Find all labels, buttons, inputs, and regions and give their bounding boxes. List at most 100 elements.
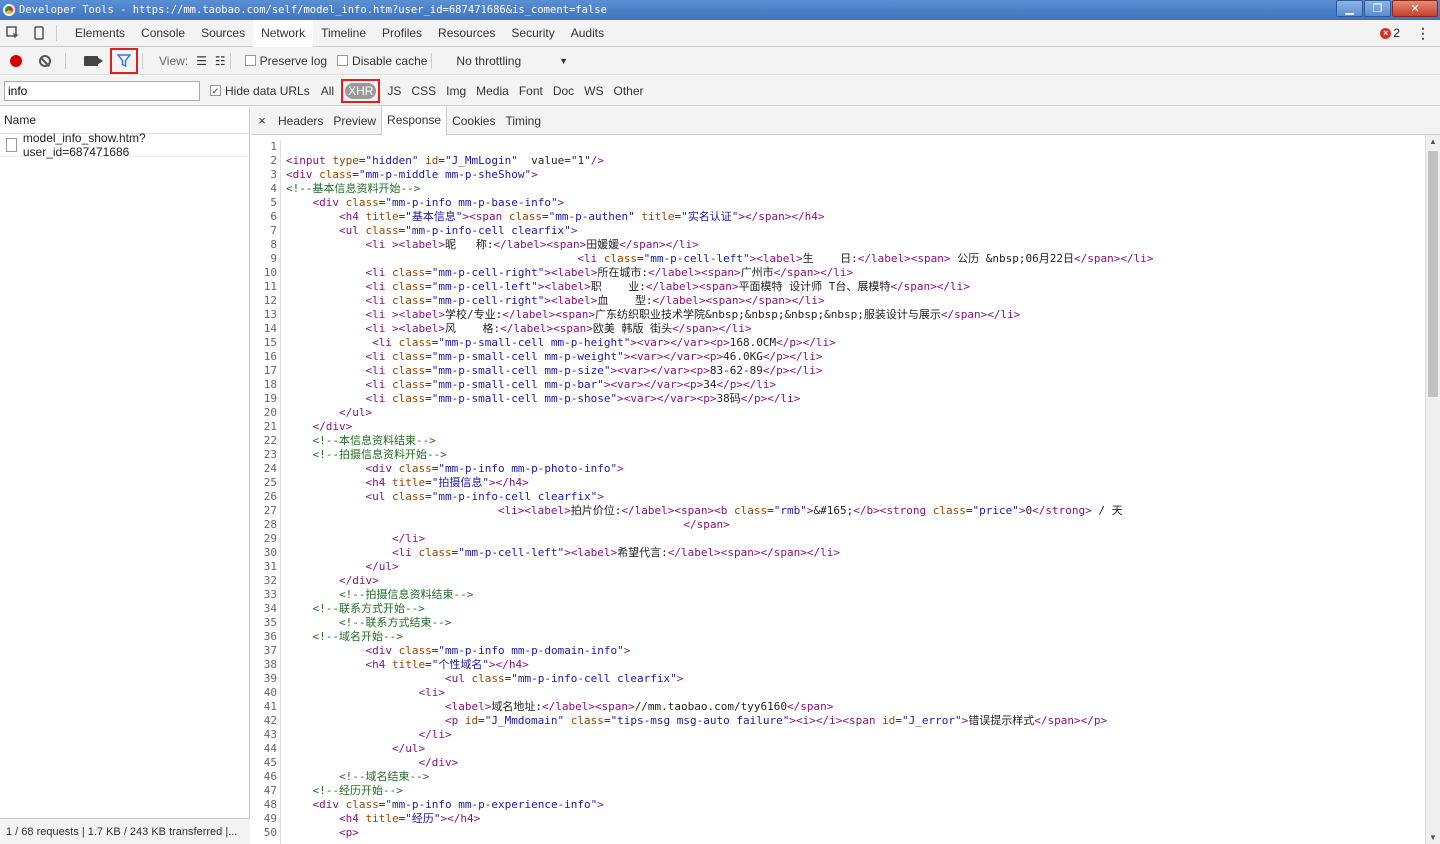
disable-cache-label: Disable cache: [352, 53, 428, 68]
clear-icon[interactable]: [39, 54, 51, 67]
line-number-gutter: 1 2 3 4 5 6 7 8 9 10 11 12 13 14 15 16 17 18 19 20 21 22 23 24 2…: [251, 140, 281, 844]
more-options-icon[interactable]: ⋮: [1416, 25, 1430, 42]
tab-timing[interactable]: Timing: [500, 107, 546, 135]
line-number: 14: [263, 322, 277, 335]
source-lines: <input type="hidden" id="J_MmLogin" valu…: [286, 140, 1425, 840]
tab-profiles[interactable]: Profiles: [374, 20, 430, 47]
type-doc[interactable]: Doc: [548, 84, 579, 98]
window-title: Developer Tools - https://mm.taobao.com/…: [19, 4, 607, 16]
type-other[interactable]: Other: [609, 84, 649, 98]
checkbox-box: [244, 55, 256, 66]
line-number: 36: [263, 630, 277, 643]
source-line: <p>: [338, 826, 359, 839]
name-column-header[interactable]: Name: [0, 107, 249, 134]
source-line: </li>: [391, 532, 426, 545]
line-number: 30: [263, 546, 277, 559]
capture-screenshots-icon[interactable]: [84, 55, 103, 66]
large-rows-icon[interactable]: ☰: [196, 54, 207, 68]
line-number: 45: [263, 756, 277, 769]
tab-preview[interactable]: Preview: [328, 107, 381, 135]
minimize-button[interactable]: ▁: [1336, 0, 1363, 17]
error-counter[interactable]: × 2: [1380, 26, 1400, 40]
tab-console[interactable]: Console: [133, 20, 193, 47]
line-number: 8: [270, 238, 277, 251]
type-media[interactable]: Media: [471, 84, 514, 98]
close-window-button[interactable]: ✕: [1392, 0, 1438, 17]
line-number: 24: [263, 462, 277, 475]
tab-sources[interactable]: Sources: [193, 20, 253, 47]
document-icon: [6, 138, 17, 152]
type-xhr[interactable]: XHR: [345, 82, 377, 99]
disable-cache-checkbox[interactable]: Disable cache: [337, 54, 427, 68]
type-all[interactable]: All: [316, 84, 339, 98]
request-name: model_info_show.htm?user_id=687471686: [22, 131, 146, 159]
source-line: <li ><label>学校/专业:</label><span>广东纺织职业技术…: [365, 308, 1021, 321]
scrollbar-thumb[interactable]: [1428, 151, 1438, 397]
type-ws[interactable]: WS: [579, 84, 608, 98]
hide-data-urls-checkbox[interactable]: ✓ Hide data URLs: [210, 84, 310, 98]
type-img[interactable]: Img: [441, 84, 471, 98]
line-number: 2: [270, 154, 277, 167]
inspect-element-icon[interactable]: [0, 20, 26, 46]
source-line: <label>域名地址:</label><span>//mm.taobao.co…: [444, 700, 834, 713]
line-number: 19: [263, 392, 277, 405]
source-line: <div class="mm-p-info mm-p-base-info">: [312, 196, 565, 209]
source-line: <h4 title="经历"></h4>: [338, 812, 481, 825]
line-number: 3: [270, 168, 277, 181]
line-number: 17: [263, 364, 277, 377]
source-line: <!--本信息资料结束-->: [286, 434, 436, 447]
source-line: <li class="mm-p-cell-right"><label>血 型:<…: [365, 294, 825, 307]
source-line: </div>: [338, 574, 379, 587]
preserve-log-checkbox[interactable]: Preserve log: [244, 54, 327, 68]
scroll-up-icon[interactable]: ▲: [1429, 137, 1437, 146]
throttling-select[interactable]: No throttling ▼: [456, 54, 568, 68]
tab-cookies[interactable]: Cookies: [447, 107, 500, 135]
source-line: <div class="mm-p-info mm-p-domain-info">: [365, 644, 631, 657]
type-css[interactable]: CSS: [406, 84, 441, 98]
vertical-scrollbar[interactable]: ▲ ▼: [1425, 135, 1440, 844]
source-line: <li class="mm-p-cell-left"><label>生 日:</…: [577, 252, 1154, 265]
source-line: <input type="hidden" id="J_MmLogin" valu…: [286, 154, 604, 167]
record-icon[interactable]: [10, 54, 22, 67]
tab-headers[interactable]: Headers: [273, 107, 328, 135]
source-line: <li ><label>昵 称:</label><span>田媛媛</span>…: [365, 238, 699, 251]
error-icon: ×: [1380, 27, 1392, 39]
line-number: 27: [263, 504, 277, 517]
source-line: <ul class="mm-p-info-cell clearfix">: [338, 224, 578, 237]
list-item[interactable]: model_info_show.htm?user_id=687471686: [0, 131, 249, 159]
panel-tabs: Elements Console Sources Network Timelin…: [67, 19, 612, 47]
dropdown-arrow-icon: ▼: [559, 55, 569, 66]
maximize-button[interactable]: ❐: [1364, 0, 1391, 17]
source-line: <!--域名开始-->: [286, 630, 403, 643]
tab-timeline[interactable]: Timeline: [313, 20, 374, 47]
type-js[interactable]: JS: [382, 84, 406, 98]
tab-audits[interactable]: Audits: [563, 20, 612, 47]
line-number: 37: [263, 644, 277, 657]
request-list-panel: Name model_info_show.htm?user_id=6874716…: [0, 107, 250, 844]
type-font[interactable]: Font: [514, 84, 548, 98]
line-number: 6: [270, 210, 277, 223]
filter-input[interactable]: [4, 80, 200, 101]
filter-icon[interactable]: [110, 47, 138, 74]
line-number: 49: [263, 812, 277, 825]
line-number: 7: [270, 224, 277, 237]
view-label: View:: [159, 53, 189, 68]
source-line: <h4 title="拍摄信息"></h4>: [365, 476, 529, 489]
source-line: <!--联系方式开始-->: [286, 602, 425, 615]
source-line: <!--拍摄信息资料开始-->: [286, 448, 447, 461]
tab-elements[interactable]: Elements: [67, 20, 133, 47]
tab-network[interactable]: Network: [253, 19, 314, 47]
response-source-view[interactable]: 1 2 3 4 5 6 7 8 9 10 11 12 13 14 15 16 17 18 19 20 21 22 23 24 2…: [251, 140, 1425, 844]
line-number: 48: [263, 798, 277, 811]
line-number: 29: [263, 532, 277, 545]
tab-response[interactable]: Response: [381, 106, 448, 135]
window-titlebar: Developer Tools - https://mm.taobao.com/…: [0, 0, 1440, 20]
close-detail-icon[interactable]: ×: [251, 113, 273, 128]
line-number: 43: [263, 728, 277, 741]
tab-resources[interactable]: Resources: [430, 20, 503, 47]
source-line: <li class="mm-p-small-cell mm-p-weight">…: [365, 350, 823, 363]
tab-security[interactable]: Security: [503, 20, 562, 47]
scroll-down-icon[interactable]: ▼: [1429, 833, 1437, 842]
device-mode-icon[interactable]: [26, 20, 52, 46]
overview-icon[interactable]: ☷: [215, 54, 226, 68]
